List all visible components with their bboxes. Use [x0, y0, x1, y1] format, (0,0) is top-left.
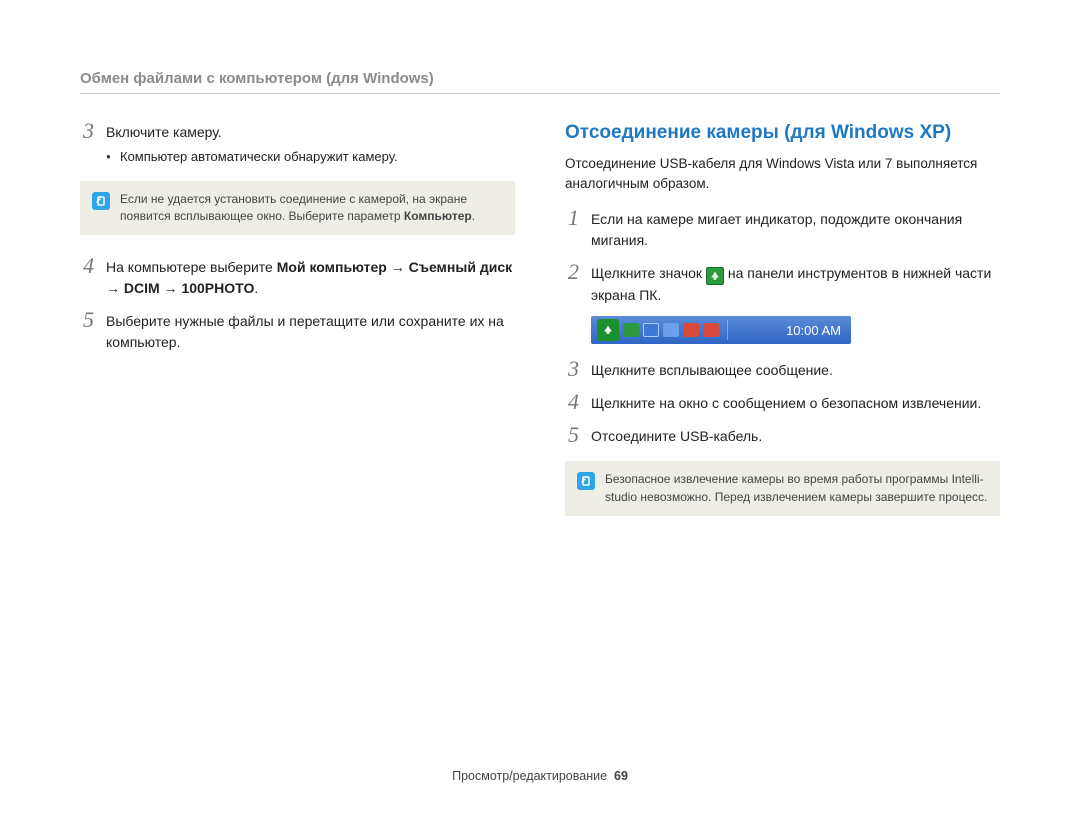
- note-box-left: Если не удается установить соединение с …: [80, 181, 515, 236]
- text-suffix: .: [254, 280, 258, 296]
- step-number: 5: [565, 424, 579, 446]
- page-header: Обмен файлами с компьютером (для Windows…: [80, 70, 1000, 94]
- right-step-5: 5 Отсоедините USB-кабель.: [565, 426, 1000, 447]
- note-info-icon: [577, 472, 595, 490]
- note-info-icon: [92, 192, 110, 210]
- step-body: Если на камере мигает индикатор, подожди…: [591, 209, 1000, 251]
- step-body: Щелкните на окно с сообщением о безопасн…: [591, 393, 1000, 414]
- right-step-2: 2 Щелкните значок на панели инструментов…: [565, 263, 1000, 306]
- safely-remove-hardware-icon: [706, 267, 724, 285]
- tray-separator: [727, 320, 728, 340]
- step-text: Включите камеру.: [106, 124, 222, 140]
- step-number: 4: [565, 391, 579, 413]
- step-number: 1: [565, 207, 579, 229]
- right-step-4: 4 Щелкните на окно с сообщением о безопа…: [565, 393, 1000, 414]
- path-dcim: DCIM: [124, 280, 160, 296]
- right-step-3: 3 Щелкните всплывающее сообщение.: [565, 360, 1000, 381]
- text-prefix: Щелкните значок: [591, 265, 706, 281]
- step-body: Щелкните всплывающее сообщение.: [591, 360, 1000, 381]
- step-number: 4: [80, 255, 94, 277]
- arrow: →: [387, 259, 409, 275]
- taskbar-screenshot: 10:00 AM: [591, 316, 851, 344]
- left-step-3: 3 Включите камеру. Компьютер автоматичес…: [80, 122, 515, 167]
- step-body: Включите камеру. Компьютер автоматически…: [106, 122, 515, 167]
- content-columns: 3 Включите камеру. Компьютер автоматичес…: [80, 122, 1000, 538]
- note-text: Если не удается установить соединение с …: [120, 191, 503, 226]
- step-body: Отсоедините USB-кабель.: [591, 426, 1000, 447]
- note-suffix: .: [472, 209, 475, 223]
- tray-clock: 10:00 AM: [786, 323, 845, 338]
- page-number: 69: [614, 769, 628, 783]
- tray-network-icon: [643, 323, 659, 337]
- arrow: →: [160, 280, 182, 296]
- footer-label: Просмотр/редактирование: [452, 769, 607, 783]
- step-bullet: Компьютер автоматически обнаружит камеру…: [106, 147, 515, 167]
- left-step-5: 5 Выберите нужные файлы и перетащите или…: [80, 311, 515, 353]
- right-step-1: 1 Если на камере мигает индикатор, подож…: [565, 209, 1000, 251]
- tray-shield-icon: [703, 323, 719, 337]
- tray-usb-icon: [623, 323, 639, 337]
- left-column: 3 Включите камеру. Компьютер автоматичес…: [80, 122, 515, 538]
- start-button-icon: [597, 319, 619, 341]
- step-body: На компьютере выберите Мой компьютер → С…: [106, 257, 515, 299]
- arrow: →: [106, 280, 124, 296]
- step-body: Выберите нужные файлы и перетащите или с…: [106, 311, 515, 353]
- path-removable-disk: Съемный диск: [409, 259, 512, 275]
- section-title: Отсоединение камеры (для Windows XP): [565, 122, 1000, 144]
- step-number: 3: [80, 120, 94, 142]
- note-text: Безопасное извлечение камеры во время ра…: [605, 471, 988, 506]
- tray-display-icon: [663, 323, 679, 337]
- step-number: 5: [80, 309, 94, 331]
- step-number: 3: [565, 358, 579, 380]
- right-column: Отсоединение камеры (для Windows XP) Отс…: [565, 122, 1000, 538]
- note-box-right: Безопасное извлечение камеры во время ра…: [565, 461, 1000, 516]
- tray-volume-icon: [683, 323, 699, 337]
- note-bold: Компьютер: [404, 209, 472, 223]
- path-my-computer: Мой компьютер: [277, 259, 387, 275]
- section-intro: Отсоединение USB-кабеля для Windows Vist…: [565, 154, 1000, 193]
- step-body: Щелкните значок на панели инструментов в…: [591, 263, 1000, 306]
- left-step-4: 4 На компьютере выберите Мой компьютер →…: [80, 257, 515, 299]
- page-footer: Просмотр/редактирование 69: [0, 769, 1080, 783]
- step-number: 2: [565, 261, 579, 283]
- path-100photo: 100PHOTO: [181, 280, 254, 296]
- text-prefix: На компьютере выберите: [106, 259, 277, 275]
